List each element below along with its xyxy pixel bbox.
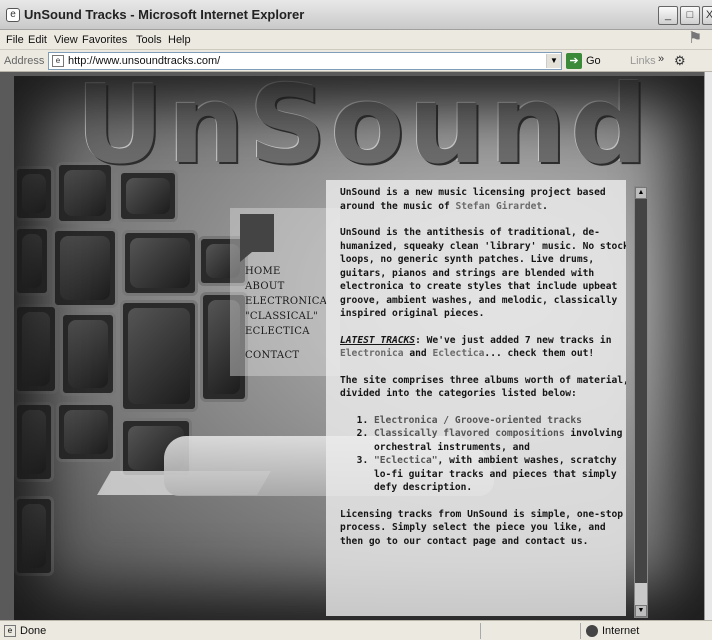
go-button[interactable]: ➔ Go: [566, 53, 610, 69]
nav-eclectica[interactable]: ECLECTICA: [245, 326, 310, 337]
address-bar: Address e http://www.unsoundtracks.com/ …: [0, 50, 712, 72]
page-done-icon: e: [4, 625, 16, 637]
ie-icon: e: [6, 8, 20, 22]
content-panel: UnSound is a new music licensing project…: [326, 180, 626, 616]
close-button[interactable]: X: [702, 6, 712, 25]
list-item: Electronica / Groove-oriented tracks: [374, 414, 626, 428]
address-input[interactable]: e http://www.unsoundtracks.com/ ▼: [48, 52, 562, 70]
window-scrollbar[interactable]: [704, 72, 712, 620]
maximize-button[interactable]: □: [680, 6, 700, 25]
menu-help[interactable]: Help: [168, 34, 191, 46]
menu-bar: File Edit View Favorites Tools Help: [0, 30, 712, 50]
scroll-thumb[interactable]: [635, 199, 647, 583]
scroll-up-icon[interactable]: ▲: [635, 187, 647, 199]
nav-contact[interactable]: CONTACT: [245, 350, 299, 361]
page-icon: e: [52, 55, 64, 67]
address-dropdown-icon[interactable]: ▼: [546, 54, 561, 68]
address-label: Address: [4, 55, 45, 67]
list-item: Classically flavored compositions involv…: [374, 427, 626, 454]
electronica-category-link[interactable]: Electronica / Groove-oriented tracks: [374, 415, 582, 426]
toolbar-options-icon[interactable]: ⚙: [674, 53, 686, 69]
window-title: UnSound Tracks - Microsoft Internet Expl…: [24, 7, 305, 22]
classical-category-link[interactable]: Classically flavored compositions: [374, 428, 565, 439]
minimize-button[interactable]: _: [658, 6, 678, 25]
nav-home[interactable]: HOME: [245, 266, 281, 277]
category-list: Electronica / Groove-oriented tracks Cla…: [340, 414, 626, 495]
menu-favorites[interactable]: Favorites: [82, 34, 127, 46]
menu-edit[interactable]: Edit: [28, 34, 47, 46]
latest-tracks-label: LATEST TRACKS: [340, 334, 416, 346]
menu-file[interactable]: File: [6, 34, 24, 46]
content-scrollbar[interactable]: ▲ ▼: [634, 186, 648, 618]
eclectica-category-link[interactable]: "Eclectica": [374, 455, 438, 466]
windows-flag-icon: ⚑: [688, 30, 703, 47]
list-item: "Eclectica", with ambient washes, scratc…: [374, 454, 626, 495]
albums-paragraph: The site comprises three albums worth of…: [340, 374, 626, 400]
address-url: http://www.unsoundtracks.com/: [68, 55, 221, 67]
go-label: Go: [586, 55, 601, 67]
licensing-paragraph: Licensing tracks from UnSound is simple,…: [340, 508, 624, 547]
nav-flag-icon: [240, 214, 274, 262]
status-bar: e Done Internet: [0, 620, 712, 640]
latest-tracks-paragraph: LATEST TRACKS: We've just added 7 new tr…: [340, 334, 612, 360]
electronica-link[interactable]: Electronica: [340, 348, 404, 359]
status-text: Done: [20, 625, 47, 637]
nav-electronica[interactable]: ELECTRONICA: [245, 296, 327, 307]
stefan-girardet-link[interactable]: Stefan Girardet: [456, 201, 543, 212]
internet-zone-icon: [586, 625, 598, 637]
menu-tools[interactable]: Tools: [136, 34, 162, 46]
go-arrow-icon: ➔: [566, 53, 582, 69]
eclectica-link[interactable]: Eclectica: [432, 348, 484, 359]
menu-view[interactable]: View: [54, 34, 78, 46]
nav-classical[interactable]: "CLASSICAL": [245, 311, 318, 322]
nav-about[interactable]: ABOUT: [245, 281, 285, 292]
intro-paragraph: UnSound is a new music licensing project…: [340, 187, 606, 212]
browser-viewport: UnSound HOME ABOUT ELECTRONICA "CLASSICA…: [0, 72, 712, 620]
zone-text: Internet: [602, 625, 640, 637]
title-bar: e UnSound Tracks - Microsoft Internet Ex…: [0, 0, 712, 30]
links-chevron-icon[interactable]: »: [658, 53, 664, 65]
scroll-down-icon[interactable]: ▼: [635, 605, 647, 617]
antithesis-paragraph: UnSound is the antithesis of traditional…: [340, 227, 626, 319]
links-label[interactable]: Links: [630, 55, 656, 67]
